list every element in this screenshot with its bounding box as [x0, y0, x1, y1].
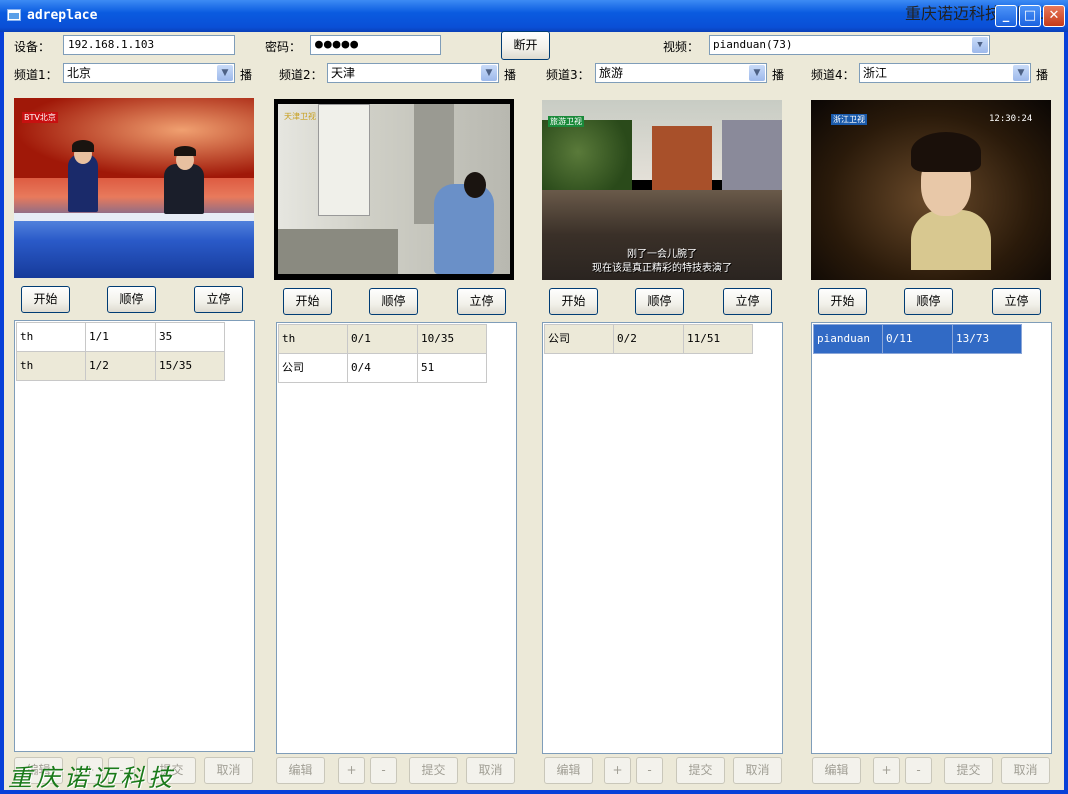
channel3-video: 旅游卫视 刚了一会儿腕了 现在该是真正精彩的特技表演了 [542, 100, 782, 280]
channel4-edit-button[interactable]: 编辑 [812, 757, 861, 784]
channel1-label: 频道1： [14, 68, 58, 82]
channel2-select-value: 天津 [331, 66, 356, 80]
table-cell[interactable]: th [16, 351, 86, 381]
channel2-seq-stop-button[interactable]: 顺停 [369, 288, 418, 315]
channel3-submit-button[interactable]: 提交 [676, 757, 725, 784]
channel1-stop-now-button[interactable]: 立停 [194, 286, 243, 313]
company-watermark: 重庆诺迈科技有限公司 [905, 4, 1066, 23]
channel-logo: BTV北京 [22, 112, 58, 123]
minimize-button[interactable]: _ [995, 5, 1017, 27]
channel1-start-button[interactable]: 开始 [21, 286, 70, 313]
channel3-stop-now-button[interactable]: 立停 [723, 288, 772, 315]
table-cell[interactable]: 10/35 [417, 324, 487, 354]
table-cell[interactable]: 0/1 [347, 324, 418, 354]
video-select[interactable]: pianduan(73) ▼ [709, 35, 990, 55]
channel3-select[interactable]: 旅游 ▼ [595, 63, 767, 83]
chevron-down-icon[interactable]: ▼ [1013, 65, 1029, 81]
channel2-select[interactable]: 天津 ▼ [327, 63, 499, 83]
channel3-label: 频道3： [546, 68, 590, 82]
signature-watermark: 重庆诺迈科技 [8, 764, 176, 792]
table-cell[interactable]: pianduan [813, 324, 883, 354]
channel2-edit-button[interactable]: 编辑 [276, 757, 325, 784]
table-cell[interactable]: 13/73 [952, 324, 1022, 354]
channel4-cancel-button[interactable]: 取消 [1001, 757, 1050, 784]
channel3-select-value: 旅游 [599, 66, 624, 80]
video-subtitle-line2: 现在该是真正精彩的特技表演了 [592, 263, 732, 274]
video-clock: 12:30:24 [989, 114, 1033, 124]
table-cell[interactable]: th [16, 322, 86, 352]
channel2-stop-now-button[interactable]: 立停 [457, 288, 506, 315]
channel4-submit-button[interactable]: 提交 [944, 757, 993, 784]
channel2-playlist[interactable]: th 0/1 10/35 公司 0/4 51 [276, 322, 517, 754]
channel3-playlist[interactable]: 公司 0/2 11/51 [542, 322, 783, 754]
channel2-video: 天津卫视 [274, 99, 514, 280]
chevron-down-icon[interactable]: ▼ [217, 65, 233, 81]
channel4-video: 浙江卫视 12:30:24 [811, 100, 1051, 280]
table-cell[interactable]: 0/11 [882, 324, 953, 354]
channel4-playlist[interactable]: pianduan 0/11 13/73 [811, 322, 1052, 754]
channel-logo: 旅游卫视 [548, 116, 584, 127]
channel-logo: 天津卫视 [284, 112, 316, 121]
channel2-add-button[interactable]: + [338, 757, 365, 784]
video-label: 视频： [663, 40, 700, 54]
chevron-down-icon[interactable]: ▼ [481, 65, 497, 81]
channel4-remove-button[interactable]: - [905, 757, 932, 784]
channel4-select[interactable]: 浙江 ▼ [859, 63, 1031, 83]
table-cell[interactable]: 1/1 [85, 322, 156, 352]
video-select-value: pianduan(73) [713, 38, 793, 51]
table-cell[interactable]: 公司 [544, 324, 614, 354]
chevron-down-icon[interactable]: ▼ [749, 65, 765, 81]
channel-logo: 浙江卫视 [831, 114, 867, 125]
table-cell[interactable]: 0/2 [613, 324, 684, 354]
table-cell[interactable]: 11/51 [683, 324, 753, 354]
channel4-select-value: 浙江 [863, 66, 888, 80]
window-title: adreplace [27, 8, 98, 23]
channel2-cancel-button[interactable]: 取消 [466, 757, 515, 784]
table-cell[interactable]: 公司 [278, 353, 348, 383]
table-cell[interactable]: 1/2 [85, 351, 156, 381]
channel2-play-label: 播 [504, 68, 517, 82]
app-icon [7, 9, 21, 21]
password-label: 密码： [265, 40, 302, 54]
channel3-cancel-button[interactable]: 取消 [733, 757, 782, 784]
channel3-add-button[interactable]: + [604, 757, 631, 784]
chevron-down-icon[interactable]: ▼ [972, 37, 988, 53]
channel1-video: BTV北京 [14, 98, 254, 278]
maximize-button[interactable]: □ [1019, 5, 1041, 27]
channel3-remove-button[interactable]: - [636, 757, 663, 784]
channel4-play-label: 播 [1036, 68, 1049, 82]
channel1-select-value: 北京 [67, 66, 92, 80]
channel3-edit-button[interactable]: 编辑 [544, 757, 593, 784]
channel4-start-button[interactable]: 开始 [818, 288, 867, 315]
table-cell[interactable]: 15/35 [155, 351, 225, 381]
channel1-seq-stop-button[interactable]: 顺停 [107, 286, 156, 313]
close-button[interactable]: ✕ [1043, 5, 1065, 27]
table-cell[interactable]: 51 [417, 353, 487, 383]
channel1-play-label: 播 [240, 68, 253, 82]
channel4-label: 频道4： [811, 68, 855, 82]
table-cell[interactable]: 0/4 [347, 353, 418, 383]
channel2-remove-button[interactable]: - [370, 757, 397, 784]
channel4-add-button[interactable]: + [873, 757, 900, 784]
channel2-start-button[interactable]: 开始 [283, 288, 332, 315]
device-label: 设备： [14, 40, 51, 54]
channel3-start-button[interactable]: 开始 [549, 288, 598, 315]
device-ip-input[interactable]: 192.168.1.103 [63, 35, 235, 55]
table-cell[interactable]: th [278, 324, 348, 354]
video-subtitle-line1: 刚了一会儿腕了 [627, 249, 697, 260]
channel3-seq-stop-button[interactable]: 顺停 [635, 288, 684, 315]
channel4-seq-stop-button[interactable]: 顺停 [904, 288, 953, 315]
channel4-stop-now-button[interactable]: 立停 [992, 288, 1041, 315]
channel1-cancel-button[interactable]: 取消 [204, 757, 253, 784]
channel2-submit-button[interactable]: 提交 [409, 757, 458, 784]
password-input[interactable]: ●●●●● [310, 35, 441, 55]
channel2-label: 频道2： [279, 68, 323, 82]
channel1-playlist[interactable]: th 1/1 35 th 1/2 15/35 [14, 320, 255, 752]
channel3-play-label: 播 [772, 68, 785, 82]
channel1-select[interactable]: 北京 ▼ [63, 63, 235, 83]
disconnect-button[interactable]: 断开 [501, 31, 550, 60]
table-cell[interactable]: 35 [155, 322, 225, 352]
